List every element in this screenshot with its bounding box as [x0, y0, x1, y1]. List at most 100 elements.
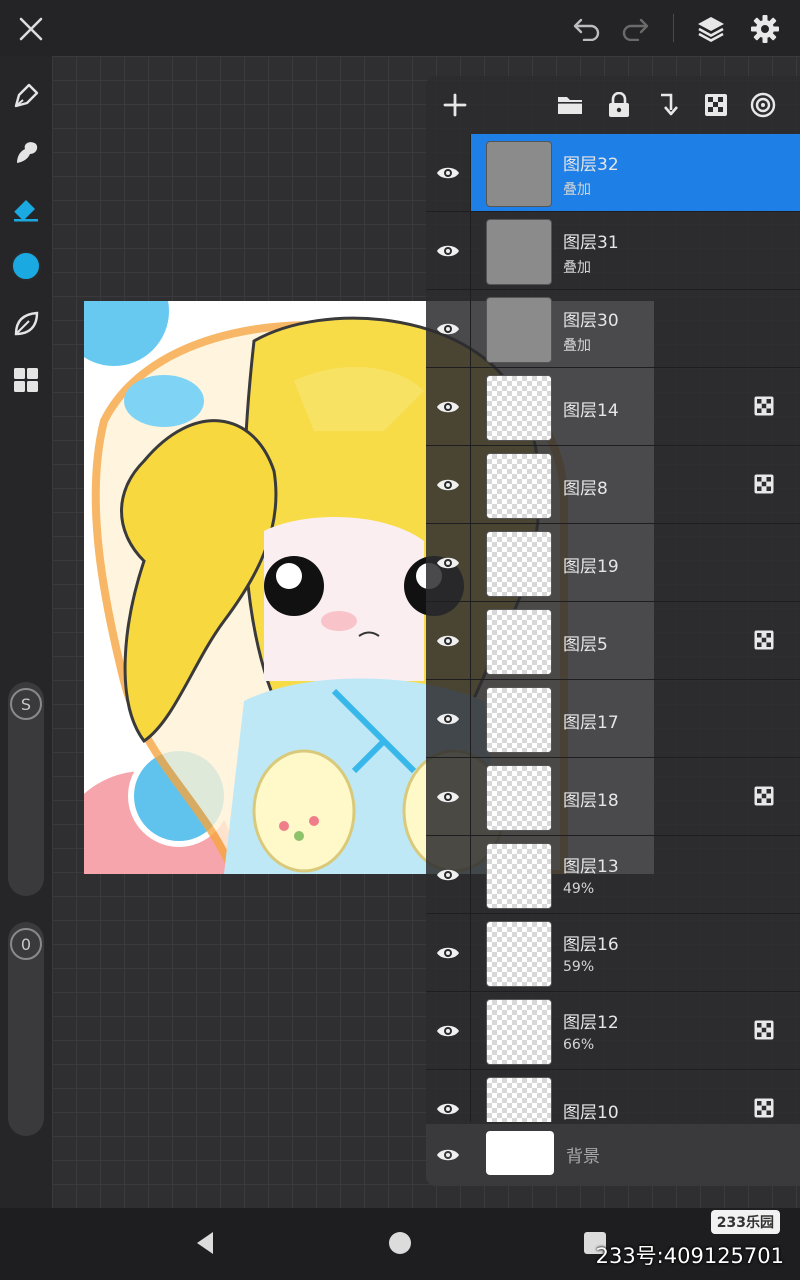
layer-row-divider	[470, 290, 471, 367]
layer-thumbnail	[486, 843, 552, 909]
layer-name: 图层13	[563, 857, 619, 877]
color-swatch[interactable]	[8, 248, 44, 284]
layer-row[interactable]: 图层18	[426, 758, 800, 836]
home-icon[interactable]	[385, 1228, 415, 1258]
eraser-icon[interactable]	[8, 190, 44, 226]
layer-row[interactable]: 图层10	[426, 1070, 800, 1122]
layer-row-divider	[470, 524, 471, 601]
layer-row[interactable]: 图层12 66%	[426, 992, 800, 1070]
layer-row-divider	[470, 212, 471, 289]
layer-name: 图层8	[563, 479, 608, 499]
layer-row[interactable]: 图层32 叠加	[426, 134, 800, 212]
layer-row-divider	[470, 446, 471, 523]
layer-thumbnail	[486, 297, 552, 363]
eye-icon[interactable]	[436, 551, 460, 575]
eye-icon[interactable]	[436, 785, 460, 809]
undo-icon[interactable]	[570, 12, 604, 46]
layer-row[interactable]: 图层8	[426, 446, 800, 524]
layer-row[interactable]: 图层19	[426, 524, 800, 602]
eye-icon[interactable]	[436, 863, 460, 887]
eye-icon[interactable]	[436, 317, 460, 341]
alpha-lock-icon[interactable]	[754, 1098, 774, 1118]
settings-icon[interactable]	[746, 10, 784, 48]
back-icon[interactable]	[190, 1228, 220, 1258]
layer-name: 图层30	[563, 311, 619, 331]
layer-thumbnail	[486, 375, 552, 441]
layer-name: 图层14	[563, 401, 619, 421]
merge-down-icon[interactable]	[652, 90, 682, 120]
layer-name: 图层10	[563, 1103, 619, 1122]
grid-menu-icon[interactable]	[8, 362, 44, 398]
layer-thumbnail	[486, 609, 552, 675]
layer-row[interactable]: 图层14	[426, 368, 800, 446]
alpha-lock-icon[interactable]	[754, 1020, 774, 1040]
layer-row-divider	[470, 1070, 471, 1122]
alpha-lock-icon[interactable]	[701, 90, 731, 120]
layer-name: 图层5	[563, 635, 608, 655]
eye-icon[interactable]	[436, 473, 460, 497]
folder-icon[interactable]	[554, 90, 586, 120]
alpha-lock-icon[interactable]	[754, 396, 774, 416]
redo-icon[interactable]	[618, 12, 652, 46]
eye-icon[interactable]	[436, 395, 460, 419]
layer-row[interactable]: 图层17	[426, 680, 800, 758]
layer-row[interactable]: 图层31 叠加	[426, 212, 800, 290]
add-icon[interactable]	[440, 90, 470, 120]
layer-row[interactable]: 图层16 59%	[426, 914, 800, 992]
layer-name: 图层16	[563, 935, 619, 955]
layer-thumbnail	[486, 1077, 552, 1122]
background-layer-row[interactable]: 背景	[426, 1124, 800, 1186]
layer-thumbnail	[486, 999, 552, 1065]
background-thumbnail	[486, 1131, 554, 1175]
eye-icon[interactable]	[436, 161, 460, 185]
layer-row-divider	[470, 368, 471, 445]
layers-icon[interactable]	[692, 10, 730, 48]
alpha-lock-icon[interactable]	[754, 474, 774, 494]
eye-icon[interactable]	[436, 941, 460, 965]
eye-icon[interactable]	[436, 1019, 460, 1043]
opacity-slider-label: 0	[20, 934, 32, 954]
eye-icon[interactable]	[436, 707, 460, 731]
layer-thumbnail	[486, 219, 552, 285]
layer-row-divider	[470, 758, 471, 835]
layer-row[interactable]: 图层30 叠加	[426, 290, 800, 368]
leaf-icon[interactable]	[8, 306, 44, 342]
layer-blend-info: 叠加	[563, 182, 591, 198]
layer-blend-info: 叠加	[563, 338, 591, 354]
layer-name: 图层18	[563, 791, 619, 811]
layer-name: 图层31	[563, 233, 619, 253]
watermark-badge: 233乐园	[710, 1210, 780, 1234]
opacity-slider-knob[interactable]: 0	[10, 928, 42, 960]
layer-row-divider	[470, 680, 471, 757]
layer-row[interactable]: 图层5	[426, 602, 800, 680]
layer-blend-info: 59%	[563, 959, 595, 975]
pen-icon[interactable]	[8, 78, 44, 114]
smudge-icon[interactable]	[8, 134, 44, 170]
layer-name: 图层12	[563, 1013, 619, 1033]
lock-icon[interactable]	[604, 90, 634, 120]
layer-row-divider	[470, 914, 471, 991]
layer-list[interactable]: 图层32 叠加 图层31 叠加 图层30 叠加 图层14 图层8 图层19 图层5 图层17 图层18…	[426, 134, 800, 1122]
eye-icon[interactable]	[436, 629, 460, 653]
eye-icon[interactable]	[436, 1143, 460, 1167]
layer-blend-info: 66%	[563, 1037, 595, 1053]
eye-icon[interactable]	[436, 239, 460, 263]
layer-row-divider	[470, 134, 471, 211]
layer-thumbnail	[486, 921, 552, 987]
layer-name: 图层32	[563, 155, 619, 175]
layer-name: 图层17	[563, 713, 619, 733]
close-icon[interactable]	[14, 12, 48, 46]
left-toolbar: S 0	[0, 56, 52, 1208]
size-slider-knob[interactable]: S	[10, 688, 42, 720]
alpha-lock-icon[interactable]	[754, 786, 774, 806]
layer-row[interactable]: 图层13 49%	[426, 836, 800, 914]
target-icon[interactable]	[748, 90, 778, 120]
eye-icon[interactable]	[436, 1097, 460, 1121]
alpha-lock-icon[interactable]	[754, 630, 774, 650]
layer-thumbnail	[486, 531, 552, 597]
toolbar-divider	[673, 14, 674, 42]
layer-row-divider	[470, 992, 471, 1069]
layer-name: 图层19	[563, 557, 619, 577]
background-layer-name: 背景	[566, 1147, 600, 1167]
active-color-dot	[11, 251, 41, 281]
